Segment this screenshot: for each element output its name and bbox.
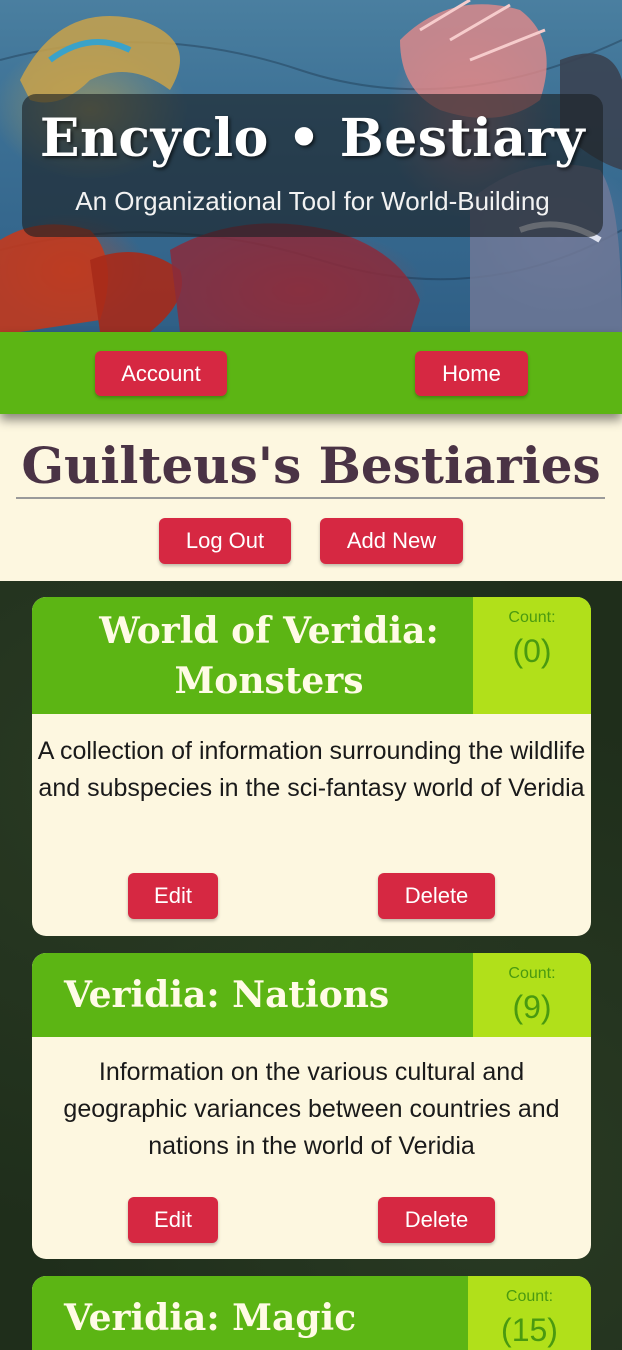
count-box: Count: (9) <box>473 953 591 1037</box>
count-label: Count: <box>505 1288 554 1305</box>
bestiary-description: A collection of information surrounding … <box>37 737 586 802</box>
title-panel: Encyclo • Bestiary An Organizational Too… <box>22 94 603 237</box>
card-header: Veridia: Nations Count: (9) <box>32 953 591 1037</box>
site-title: Encyclo • Bestiary <box>39 108 586 169</box>
count-value: (0) <box>512 633 552 669</box>
delete-button[interactable]: Delete <box>378 1197 495 1243</box>
bestiary-card[interactable]: Veridia: Magic Count: (15) <box>32 1276 591 1350</box>
add-new-button[interactable]: Add New <box>320 518 463 564</box>
card-header: Veridia: Magic Count: (15) <box>32 1276 591 1350</box>
hero-banner: Encyclo • Bestiary An Organizational Too… <box>0 0 622 332</box>
delete-button[interactable]: Delete <box>378 873 495 919</box>
log-out-button[interactable]: Log Out <box>159 518 291 564</box>
page-header: Guilteus's Bestiaries Log Out Add New <box>0 414 622 581</box>
site-subtitle: An Organizational Tool for World-Buildin… <box>75 186 550 216</box>
account-button[interactable]: Account <box>95 351 227 396</box>
count-value: (9) <box>512 989 552 1025</box>
bestiary-description: Information on the various cultural and … <box>63 1058 560 1160</box>
bestiary-card[interactable]: Veridia: Nations Count: (9) Information … <box>32 953 591 1259</box>
main-navbar: Account Home <box>0 332 622 414</box>
bestiary-list: World of Veridia: Monsters Count: (0) A … <box>0 581 622 1350</box>
count-box: Count: (15) <box>468 1276 591 1350</box>
card-header: World of Veridia: Monsters Count: (0) <box>32 597 591 714</box>
bestiary-title[interactable]: Veridia: Nations <box>64 953 389 1037</box>
count-label: Count: <box>508 965 556 982</box>
header-divider <box>16 497 605 499</box>
count-label: Count: <box>508 609 556 626</box>
bestiary-title[interactable]: Veridia: Magic <box>64 1276 356 1350</box>
bestiary-title[interactable]: World of Veridia: Monsters <box>32 597 506 714</box>
edit-button[interactable]: Edit <box>128 873 218 919</box>
page-title: Guilteus's Bestiaries <box>21 436 601 495</box>
count-value: (15) <box>501 1312 558 1348</box>
home-button[interactable]: Home <box>415 351 528 396</box>
edit-button[interactable]: Edit <box>128 1197 218 1243</box>
count-box: Count: (0) <box>473 597 591 714</box>
bestiary-card[interactable]: World of Veridia: Monsters Count: (0) A … <box>32 597 591 936</box>
